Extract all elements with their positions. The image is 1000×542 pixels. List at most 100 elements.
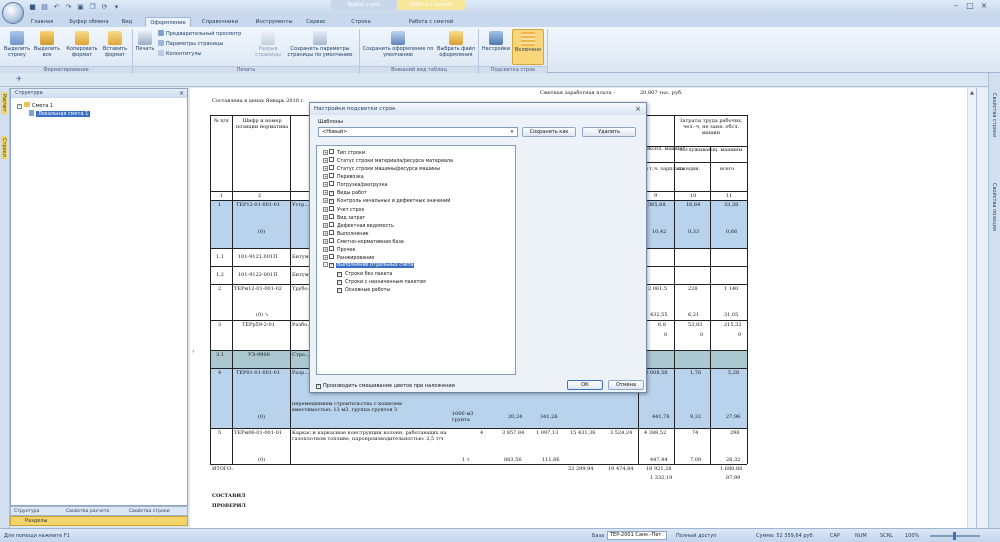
columns-button[interactable]: Колонтитулы [158,50,201,58]
side-tab-calc[interactable]: Расчет [1,92,7,114]
print-icon[interactable]: ▤ [40,3,49,12]
side-tab-rows[interactable]: Строки [1,136,7,159]
paste-icon[interactable]: ▣ [76,3,85,12]
undo-icon[interactable]: ↶ [52,3,61,12]
tab-design[interactable]: Оформление [145,17,191,27]
expand-icon[interactable]: + [323,150,328,155]
save-as-button[interactable]: Сохранить как [522,127,576,137]
checkbox-icon[interactable] [329,221,334,227]
scroll-up-icon[interactable]: ▲ [969,90,975,96]
cancel-button[interactable]: Отмена [608,380,644,390]
highlight-settings-button[interactable]: Настройки [481,31,511,52]
highlight-rule-item[interactable]: + ✓ Виды работ [317,189,368,197]
expand-icon[interactable]: + [323,206,328,212]
highlight-rule-item[interactable]: + Ранжирование [317,254,375,261]
select-row-button[interactable]: Выделить строку [2,31,32,58]
close-icon[interactable]: × [179,89,184,98]
tab-clipboard[interactable]: Буфер обмена [68,17,110,27]
pin-icon[interactable]: ✈ [16,75,22,83]
checkbox-icon[interactable] [329,173,334,179]
ok-button[interactable]: ОК [567,380,603,390]
copy-icon[interactable]: ❐ [88,3,97,12]
blend-colors-option[interactable]: ✓ Производить смешивание цветов при налож… [316,383,455,389]
tab-references[interactable]: Справочники [196,17,244,27]
chevron-down-icon[interactable]: ▾ [508,128,516,136]
page-params-button[interactable]: Параметры страницы [158,40,223,48]
expand-icon[interactable]: + [323,197,328,203]
checkbox-icon[interactable] [329,205,334,211]
checkbox-icon[interactable] [329,230,334,235]
splitter-arrow-icon[interactable]: › [192,348,194,355]
side-tab-position-properties[interactable]: Свойства позиции [991,183,997,231]
preview-button[interactable]: Предварительный просмотр [158,30,241,38]
delete-button[interactable]: Удалить [582,127,636,137]
highlight-rule-item[interactable]: + Дефектная ведомость [317,221,395,229]
highlight-rule-item[interactable]: + Прочее [317,246,356,253]
checkbox-icon[interactable]: ✓ [337,279,342,285]
tree-node-root[interactable]: - Смета 1 [17,102,53,110]
highlight-enabled-toggle[interactable]: Включено [512,29,544,65]
tab-sections[interactable]: Разделы [10,516,188,526]
redo-icon[interactable]: ↷ [64,3,73,12]
expand-icon[interactable]: + [323,174,328,180]
select-all-button[interactable]: Выделить все [32,31,62,58]
tab-tools[interactable]: Инструменты [252,17,296,27]
tab-structure[interactable]: Структура [14,507,39,516]
checkbox-icon[interactable] [329,181,334,187]
application-menu-button[interactable] [2,2,24,24]
page-break-button[interactable]: Разрыв страницы [255,31,281,58]
checkbox-icon[interactable] [329,246,334,252]
expand-icon[interactable]: + [323,166,328,172]
checkbox-icon[interactable] [329,165,334,171]
highlight-rule-item[interactable]: + ✓ Контроль начальных и дефектных значени… [317,197,451,205]
expand-icon[interactable]: + [323,189,328,195]
checkbox-icon[interactable]: ✓ [316,384,321,389]
dialog-title-bar[interactable]: Настройки подсветки строк × [310,103,646,115]
print-button[interactable]: Печать [135,31,155,52]
save-icon[interactable]: ■ [28,3,37,12]
save-page-default-button[interactable]: Сохранить параметры страницы по умолчани… [284,31,356,58]
checkbox-icon[interactable]: ✓ [329,263,334,269]
copy-format-button[interactable]: Копировать формат [64,31,100,58]
minimize-icon[interactable]: – [950,1,962,11]
checkbox-icon[interactable] [329,238,334,244]
expand-icon[interactable]: + [323,158,328,164]
close-icon[interactable]: × [978,1,990,11]
maximize-icon[interactable]: □ [964,1,976,11]
tree-node-local-estimate[interactable]: Локальная смета 1 [29,110,91,118]
tab-service[interactable]: Сервис [303,17,329,27]
highlight-rule-item[interactable]: + Выполнение [317,230,370,237]
expand-icon[interactable]: + [323,231,328,236]
qa-dropdown-icon[interactable]: ▾ [112,3,121,12]
expand-icon[interactable]: + [323,182,328,188]
highlight-rule-item[interactable]: + Погрузка/разгрузка [317,181,388,188]
highlight-rule-item[interactable]: + Вид затрат [317,213,366,221]
tab-view[interactable]: Вид [120,17,134,27]
highlight-rule-item[interactable]: + Сметно-нормативная база [317,238,405,245]
expand-icon[interactable]: + [323,222,328,228]
paste-format-button[interactable]: Вставить формат [100,31,130,58]
highlight-rule-item[interactable]: ✓ Основные работы [317,287,391,294]
expand-icon[interactable]: + [323,239,328,245]
collapse-icon[interactable]: - [323,262,328,268]
checkbox-icon[interactable] [329,254,334,260]
tab-estimate-work[interactable]: Работа с сметой [404,17,458,27]
checkbox-icon[interactable] [329,157,334,163]
highlight-rule-item[interactable]: + Статус строки материала/ресурса материа… [317,157,454,164]
checkbox-icon[interactable] [329,149,334,154]
choose-design-file-button[interactable]: Выбрать файл оформления [434,31,478,58]
vertical-scrollbar[interactable]: ▲ [967,88,976,528]
tab-main[interactable]: Главная [30,17,54,27]
base-select[interactable]: ТЕР-2001 Санк.-Пет. [607,531,667,540]
side-tab-row-properties[interactable]: Свойства строки [991,93,997,137]
templates-select[interactable]: <Новый> ▾ [318,127,518,137]
highlight-rule-item[interactable]: ✓ Строки с назначенным пакетом [317,279,427,286]
expand-icon[interactable]: + [323,255,328,261]
checkbox-icon[interactable]: ✓ [329,198,334,204]
expand-icon[interactable]: + [323,247,328,253]
highlight-rule-item[interactable]: + Учет строк [317,205,365,213]
highlight-rule-item[interactable]: + Перевозка [317,173,365,180]
collapse-icon[interactable]: - [17,104,22,109]
expand-icon[interactable]: + [323,214,328,220]
zoom-slider-thumb[interactable] [953,532,956,540]
